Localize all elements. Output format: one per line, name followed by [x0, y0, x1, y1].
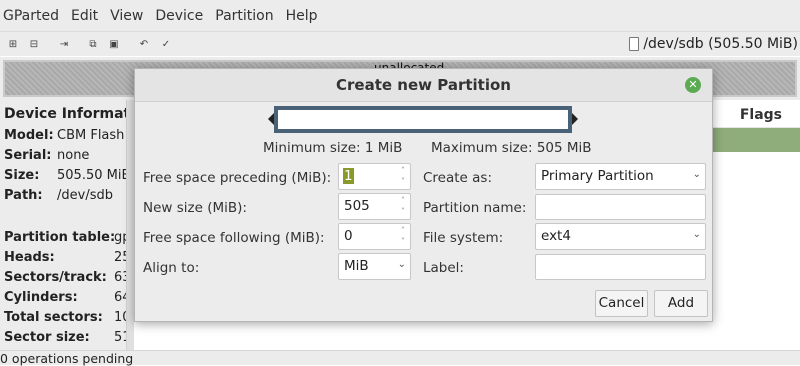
- info-row: Cylinders:64: [4, 290, 126, 305]
- chevron-down-icon: ⌄: [692, 169, 701, 180]
- new-size-label: New size (MiB):: [143, 200, 247, 216]
- create-as-combo[interactable]: Primary Partition ⌄: [535, 163, 706, 190]
- spin-down-icon[interactable]: ˅: [399, 178, 407, 186]
- disk-icon: [629, 37, 640, 51]
- free-following-spinbox[interactable]: 0 ˄ ˅: [338, 223, 411, 250]
- resize-move-icon[interactable]: ⇥: [57, 37, 71, 51]
- cancel-button[interactable]: Cancel: [595, 290, 648, 317]
- undo-icon[interactable]: ↶: [137, 37, 151, 51]
- info-row: Sector size:512: [4, 330, 126, 345]
- right-handle-icon[interactable]: [572, 113, 578, 125]
- align-to-label: Align to:: [143, 260, 200, 276]
- new-size-spinbox[interactable]: 505 ˄ ˅: [338, 193, 411, 220]
- info-row: Serial: none: [4, 148, 90, 163]
- menu-partition[interactable]: Partition: [215, 8, 273, 24]
- paste-icon[interactable]: ▣: [107, 37, 121, 51]
- menu-help[interactable]: Help: [286, 8, 318, 24]
- create-as-value: Primary Partition: [541, 168, 654, 184]
- info-row: Model:CBM Flash Disk: [4, 128, 126, 143]
- create-partition-dialog: Create new Partition ✕ Minimum size: 1 M…: [134, 68, 713, 322]
- spin-up-icon[interactable]: ˄: [399, 167, 407, 175]
- info-row: Partition table:gpt: [4, 230, 126, 245]
- spin-down-icon[interactable]: ˅: [399, 208, 407, 216]
- partition-name-field[interactable]: [535, 194, 706, 220]
- partition-resizer[interactable]: [268, 106, 578, 133]
- flags-column-header[interactable]: Flags: [740, 107, 782, 123]
- new-partition-icon[interactable]: ⊞: [6, 37, 20, 51]
- resizer-bar[interactable]: [274, 106, 572, 133]
- info-row: Size: 505.50 MiB: [4, 168, 126, 183]
- file-system-label: File system:: [423, 230, 504, 246]
- spin-up-icon[interactable]: ˄: [399, 197, 407, 205]
- free-following-value[interactable]: 0: [344, 228, 353, 244]
- device-info-panel: Device Information Model:CBM Flash Disk …: [0, 100, 126, 350]
- new-size-value[interactable]: 505: [344, 198, 370, 214]
- align-to-combo[interactable]: MiB ⌄: [338, 253, 411, 280]
- add-button[interactable]: Add: [654, 290, 708, 317]
- info-row: Path:/dev/sdb: [4, 188, 113, 203]
- spin-down-icon[interactable]: ˅: [399, 238, 407, 246]
- free-following-label: Free space following (MiB):: [143, 230, 325, 246]
- info-row: Heads:255: [4, 250, 126, 265]
- spin-up-icon[interactable]: ˄: [399, 227, 407, 235]
- info-row: Sectors/track:63: [4, 270, 126, 285]
- dialog-title: Create new Partition: [135, 69, 712, 102]
- chevron-down-icon: ⌄: [692, 229, 701, 240]
- file-system-combo[interactable]: ext4 ⌄: [535, 223, 706, 250]
- free-preceding-label: Free space preceding (MiB):: [143, 170, 332, 186]
- status-bar: 0 operations pending: [0, 350, 800, 366]
- free-preceding-value[interactable]: 1: [343, 168, 354, 184]
- device-selector-label: /dev/sdb (505.50 MiB): [643, 36, 798, 52]
- align-to-value: MiB: [344, 258, 369, 274]
- toolbar: ⊞ ⊟ ⇥ ⧉ ▣ ↶ ✓ /dev/sdb (505.50 MiB): [0, 31, 800, 56]
- menu-gparted[interactable]: GParted: [3, 8, 59, 24]
- apply-icon[interactable]: ✓: [159, 37, 173, 51]
- minimum-size-label: Minimum size: 1 MiB: [263, 140, 403, 156]
- file-system-value: ext4: [541, 228, 571, 244]
- copy-icon[interactable]: ⧉: [86, 37, 100, 51]
- menu-edit[interactable]: Edit: [71, 8, 98, 24]
- menu-view[interactable]: View: [110, 8, 143, 24]
- maximum-size-label: Maximum size: 505 MiB: [431, 140, 592, 156]
- info-row: Total sectors:1035264: [4, 310, 126, 325]
- label-label: Label:: [423, 260, 464, 276]
- menubar: GParted Edit View Device Partition Help: [0, 0, 800, 31]
- delete-partition-icon[interactable]: ⊟: [27, 37, 41, 51]
- partition-name-label: Partition name:: [423, 200, 527, 216]
- close-icon[interactable]: ✕: [685, 77, 701, 93]
- create-as-label: Create as:: [423, 170, 493, 186]
- free-preceding-spinbox[interactable]: 1 ˄ ˅: [338, 163, 411, 190]
- device-info-title: Device Information: [4, 106, 126, 122]
- label-field[interactable]: [535, 254, 706, 280]
- menu-device[interactable]: Device: [155, 8, 203, 24]
- device-selector[interactable]: /dev/sdb (505.50 MiB): [629, 32, 800, 56]
- chevron-down-icon: ⌄: [397, 259, 406, 270]
- left-panel-scrollbar[interactable]: [126, 100, 134, 350]
